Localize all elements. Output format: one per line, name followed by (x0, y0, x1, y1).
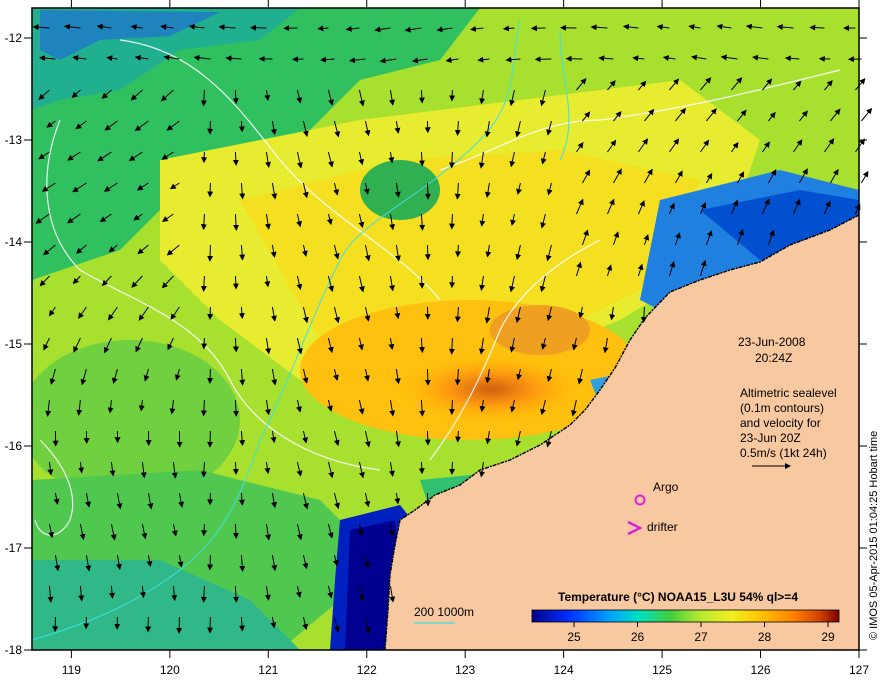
velocity-arrow (418, 461, 425, 475)
colorbar-tick-label: 27 (694, 630, 708, 644)
velocity-arrow (201, 337, 208, 350)
y-tick-label: -12 (5, 31, 23, 45)
velocity-arrow (424, 368, 431, 386)
altimetry-line: and velocity for (740, 416, 821, 430)
velocity-arrow (232, 89, 239, 105)
velocity-arrow (449, 399, 456, 416)
velocity-arrow (424, 244, 431, 261)
x-tick-label: 124 (554, 663, 574, 677)
x-tick-label: 121 (258, 663, 278, 677)
credit-text: © IMOS 05-Apr-2015 01:04:25 Hobart time (868, 431, 880, 640)
velocity-arrow (232, 275, 239, 290)
velocity-arrow (232, 461, 239, 475)
velocity-arrow (449, 461, 456, 475)
argo-label: Argo (653, 480, 679, 494)
velocity-arrow (207, 368, 214, 384)
velocity-arrow (860, 170, 869, 184)
colorbar (531, 609, 840, 623)
map-time: 20:24Z (755, 351, 792, 365)
velocity-arrow (317, 25, 329, 32)
velocity-arrow (449, 89, 456, 102)
y-tick-label: -18 (5, 643, 23, 657)
x-tick-label: 120 (160, 663, 180, 677)
altimetry-line: 23-Jun 20Z (740, 431, 801, 445)
velocity-arrow (861, 107, 873, 122)
x-tick-label: 119 (62, 663, 81, 677)
y-tick-label: -15 (5, 337, 23, 351)
map-date: 23-Jun-2008 (738, 335, 806, 349)
isobath-label: 200 1000m (414, 605, 474, 619)
y-tick-label: -14 (5, 235, 23, 249)
velocity-arrow (449, 213, 456, 230)
x-tick-label: 126 (751, 663, 771, 677)
colorbar-tick-label: 29 (821, 630, 835, 644)
y-tick-label: -16 (5, 439, 23, 453)
altimetry-line: 0.5m/s (1kt 24h) (740, 446, 827, 460)
colorbar-tick-label: 25 (567, 630, 581, 644)
colorbar-title: Temperature (°C) NOAA15_L3U 54% ql>=4 (558, 590, 798, 604)
drifter-label: drifter (647, 520, 678, 534)
x-tick-label: 122 (357, 663, 377, 677)
altimetry-line: Altimetric sealevel (740, 386, 837, 400)
altimetry-line: (0.1m contours) (740, 401, 824, 415)
x-tick-label: 123 (455, 663, 475, 677)
colorbar-tick-label: 28 (758, 630, 772, 644)
sst-map: 119 120 121 122 123 124 125 126 127 -12 -13 -14 -15… (5, 0, 880, 677)
velocity-arrow (207, 616, 214, 634)
velocity-arrow (424, 430, 431, 446)
y-tick-label: -17 (5, 541, 23, 555)
x-tick-label: 125 (652, 663, 672, 677)
velocity-arrow (207, 554, 214, 571)
velocity-arrow (207, 430, 214, 448)
y-tick-label: -13 (5, 133, 23, 147)
colorbar-tick-label: 26 (631, 630, 645, 644)
velocity-arrow (232, 151, 239, 166)
x-tick-label: 127 (849, 663, 869, 677)
velocity-arrow (207, 244, 214, 262)
velocity-arrow (424, 492, 431, 507)
velocity-arrow (809, 24, 825, 31)
velocity-arrow (449, 275, 456, 289)
velocity-arrow (201, 523, 208, 537)
velocity-arrow (201, 151, 208, 164)
velocity-arrow (424, 182, 431, 200)
